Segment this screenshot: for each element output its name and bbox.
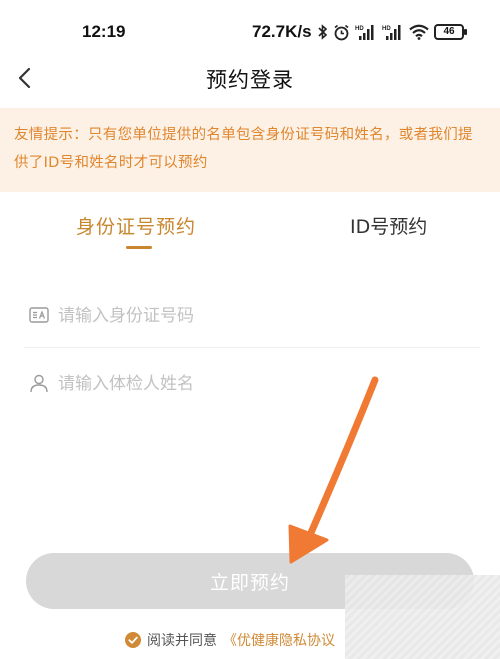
- id-card-input[interactable]: [58, 298, 468, 334]
- watermark: [345, 575, 500, 659]
- bluetooth-icon: [318, 24, 328, 40]
- svg-text:HD: HD: [382, 26, 391, 32]
- signal-hd-icon: HD: [355, 25, 374, 40]
- nav-bar: 预约登录: [0, 52, 500, 102]
- signal-hd-icon: HD: [382, 25, 401, 40]
- agreement-prefix: 阅读并同意: [147, 633, 217, 649]
- page-title: 预约登录: [206, 68, 294, 92]
- network-speed: 72.7K/s: [252, 22, 312, 41]
- svg-text:HD: HD: [355, 26, 364, 32]
- tab-bar: 身份证号预约 ID号预约: [0, 200, 500, 260]
- battery-icon: 46: [434, 24, 467, 40]
- active-tab-indicator: [126, 246, 152, 249]
- id-card-field: [24, 284, 480, 348]
- notice-banner: 友情提示：只有您单位提供的名单包含身份证号码和姓名，或者我们提供了ID号和姓名时…: [0, 108, 500, 192]
- tab-id-card[interactable]: 身份证号预约: [76, 212, 196, 239]
- status-icons: HD HD 46: [318, 22, 467, 42]
- name-input[interactable]: [58, 366, 468, 402]
- privacy-policy-link[interactable]: 《优健康隐私协议: [223, 630, 335, 650]
- name-field: [24, 352, 480, 416]
- notice-text: 友情提示：只有您单位提供的名单包含身份证号码和姓名，或者我们提供了ID号和姓名时…: [14, 127, 473, 171]
- alarm-icon: [334, 24, 349, 40]
- person-icon: [30, 374, 48, 393]
- wifi-icon: [409, 24, 429, 40]
- check-circle-icon[interactable]: [125, 632, 141, 648]
- status-bar: 12:19 72.7K/s HD HD 46: [0, 0, 500, 44]
- agreement-row: 阅读并同意 《优健康隐私协议: [125, 630, 335, 650]
- tab-id-number[interactable]: ID号预约: [350, 212, 427, 239]
- status-time: 12:19: [82, 22, 126, 41]
- id-card-icon: [29, 307, 49, 323]
